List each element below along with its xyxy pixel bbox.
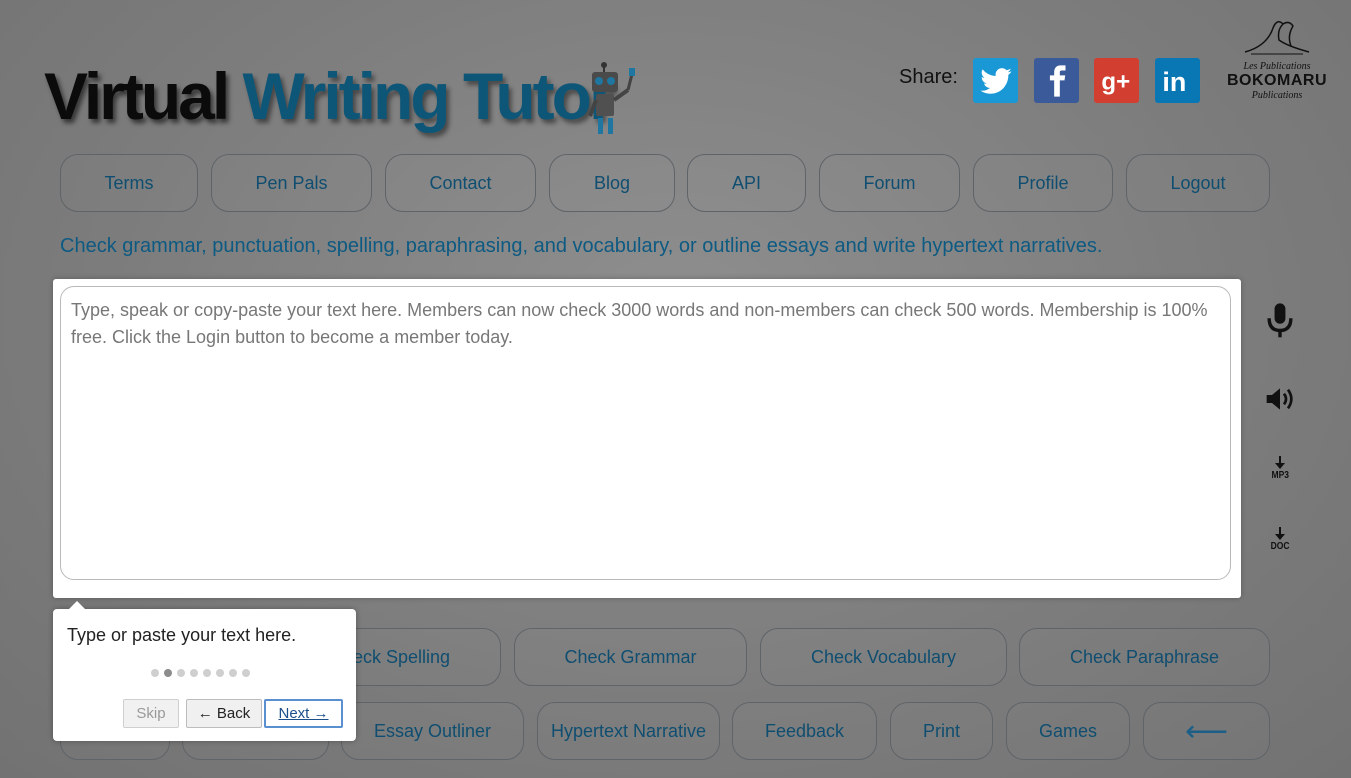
birds-icon (1244, 21, 1310, 55)
nav-contact[interactable]: Contact (385, 154, 536, 212)
google-plus-icon[interactable]: g+ (1094, 58, 1139, 103)
nav-blog[interactable]: Blog (549, 154, 675, 212)
check-grammar-button[interactable]: Check Grammar (514, 628, 747, 686)
publisher-line1: Les Publications (1243, 61, 1311, 72)
nav-pen-pals[interactable]: Pen Pals (211, 154, 372, 212)
download-mp3-icon[interactable]: MP3 (1262, 456, 1298, 481)
nav-logout[interactable]: Logout (1126, 154, 1270, 212)
robot-icon (588, 62, 635, 134)
publisher-name: BOKOMARU (1227, 72, 1327, 89)
linkedin-icon[interactable]: in (1155, 58, 1200, 103)
publisher-line3: Publications (1251, 90, 1303, 101)
tour-dot-active[interactable] (164, 669, 172, 677)
nav-profile[interactable]: Profile (973, 154, 1113, 212)
svg-text:in: in (1162, 66, 1186, 96)
tour-dot[interactable] (151, 669, 159, 677)
tour-dot[interactable] (190, 669, 198, 677)
share-label: Share: (899, 66, 958, 88)
tour-skip-button[interactable]: Skip (123, 699, 179, 728)
tagline: Check grammar, punctuation, spelling, pa… (60, 235, 1103, 257)
logo-word-writing-tutor: Writing Tutor (242, 59, 615, 133)
tour-progress-dots (151, 669, 250, 677)
check-vocabulary-button[interactable]: Check Vocabulary (760, 628, 1007, 686)
doc-label: DOC (1270, 541, 1290, 552)
check-paraphrase-button[interactable]: Check Paraphrase (1019, 628, 1270, 686)
nav-terms[interactable]: Terms (60, 154, 198, 212)
nav-api[interactable]: API (687, 154, 806, 212)
tour-text: Type or paste your text here. (67, 625, 297, 645)
site-logo[interactable]: Virtual Writing Tutor (44, 56, 615, 136)
speaker-icon[interactable] (1262, 383, 1298, 415)
essay-outliner-button[interactable]: Essay Outliner (341, 702, 524, 760)
facebook-icon[interactable] (1034, 58, 1079, 103)
games-button[interactable]: Games (1006, 702, 1130, 760)
download-doc-icon[interactable]: DOC (1262, 527, 1298, 552)
left-arrow-icon: ⟵ (1184, 714, 1228, 748)
hypertext-narrative-button[interactable]: Hypertext Narrative (537, 702, 720, 760)
feedback-button[interactable]: Feedback (732, 702, 877, 760)
text-input[interactable]: Type, speak or copy-paste your text here… (60, 286, 1231, 580)
tour-dot[interactable] (203, 669, 211, 677)
mp3-label: MP3 (1271, 470, 1289, 481)
svg-text:g+: g+ (1101, 68, 1130, 95)
back-arrow-button[interactable]: ⟵ (1143, 702, 1270, 760)
microphone-icon[interactable] (1262, 302, 1298, 340)
logo-word-virtual: Virtual (44, 59, 230, 133)
tour-tooltip: Type or paste your text here. Skip ← Bac… (53, 601, 356, 741)
tour-dot[interactable] (216, 669, 224, 677)
editor-panel: Type, speak or copy-paste your text here… (53, 279, 1241, 598)
tour-back-button[interactable]: ← Back (186, 699, 262, 728)
nav-forum[interactable]: Forum (819, 154, 960, 212)
tour-next-button[interactable]: Next → (264, 699, 343, 728)
tour-dot[interactable] (229, 669, 237, 677)
print-button[interactable]: Print (890, 702, 993, 760)
tour-dot[interactable] (177, 669, 185, 677)
tour-dot[interactable] (242, 669, 250, 677)
publisher-logo: Les Publications BOKOMARU Publications (1222, 16, 1332, 101)
twitter-icon[interactable] (973, 58, 1018, 103)
